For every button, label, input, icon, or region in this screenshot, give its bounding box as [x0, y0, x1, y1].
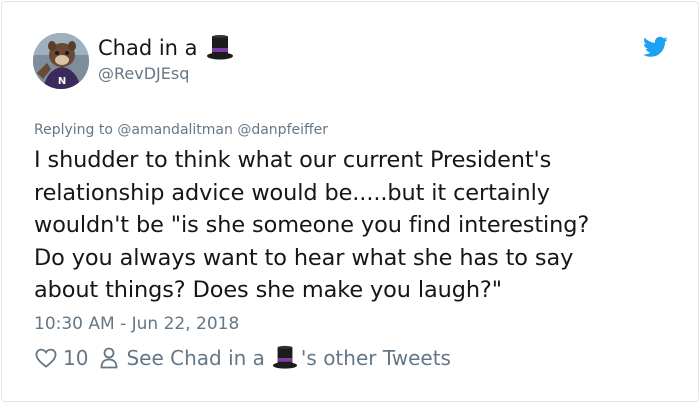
svg-text:N: N — [58, 76, 66, 87]
author-handle[interactable]: @RevDJEsq — [98, 64, 189, 83]
see-other-tweets-prefix: See Chad in a — [126, 346, 265, 370]
mention-link[interactable]: @danpfeiffer — [237, 122, 328, 138]
top-hat-icon — [272, 345, 298, 371]
tweet-timestamp[interactable]: 10:30 AM - Jun 22, 2018 — [34, 314, 239, 334]
see-other-tweets-suffix: 's other Tweets — [300, 346, 451, 370]
twitter-bird-icon[interactable] — [643, 36, 668, 58]
replying-to-label: Replying to — [34, 122, 113, 138]
mascot-avatar-image: N — [33, 33, 89, 89]
person-icon — [101, 347, 118, 369]
top-hat-icon — [206, 34, 234, 62]
see-other-tweets-link[interactable]: See Chad in a 's other Tweets — [100, 345, 451, 371]
author-display-name[interactable]: Chad in a — [98, 36, 198, 60]
tweet-card: N Chad in a @RevDJEsq Replying to @amand… — [1, 1, 699, 402]
replying-to-line: Replying to @amandalitman @danpfeiffer — [34, 122, 328, 138]
like-button[interactable]: 10 — [35, 346, 100, 370]
tweet-text: I shudder to think what our current Pres… — [34, 147, 590, 304]
heart-icon — [35, 348, 57, 368]
author-name-row[interactable]: Chad in a — [98, 34, 234, 62]
mention-link[interactable]: @amandalitman — [117, 122, 233, 138]
avatar[interactable]: N — [33, 33, 89, 89]
tweet-actions: 10 See Chad in a 's other Tweets — [35, 345, 451, 371]
like-count: 10 — [63, 346, 89, 370]
